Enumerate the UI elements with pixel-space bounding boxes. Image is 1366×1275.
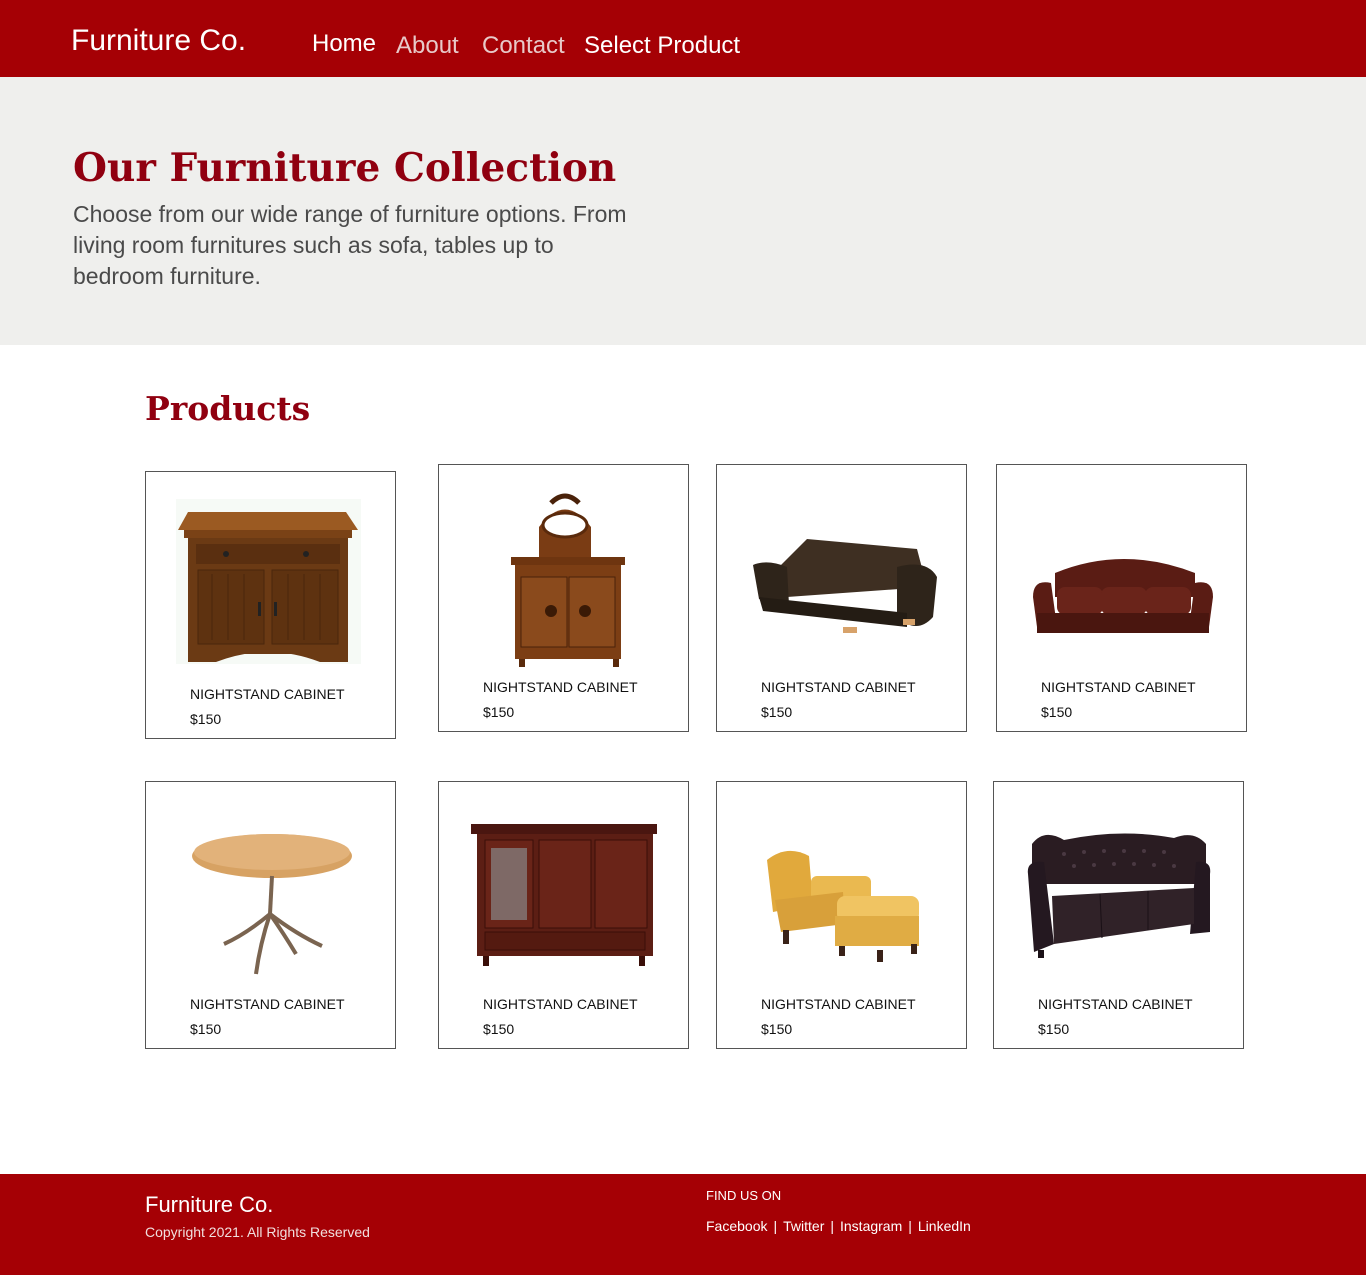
linkedin-link[interactable]: LinkedIn [918, 1218, 971, 1234]
product-name: NIGHTSTAND CABINET [190, 996, 345, 1012]
product-card[interactable]: NIGHTSTAND CABINET $150 [145, 471, 396, 739]
nav-home-link[interactable]: Home [312, 30, 376, 58]
dark-leather-sofa-image [753, 539, 937, 633]
instagram-link[interactable]: Instagram [840, 1218, 902, 1234]
red-leather-sofa-image [1033, 559, 1213, 633]
hero-banner: Our Furniture Collection Choose from our… [0, 77, 1366, 345]
footer-social-links: Facebook | Twitter | Instagram | LinkedIn [706, 1218, 971, 1234]
footer-brand: Furniture Co. [145, 1192, 274, 1217]
media-cabinet-image [471, 824, 657, 966]
product-name: NIGHTSTAND CABINET [1038, 996, 1193, 1012]
footer-copyright: Copyright 2021. All Rights Reserved [145, 1224, 370, 1240]
product-price: $150 [190, 711, 222, 727]
brand-logo[interactable]: Furniture Co. [71, 24, 246, 58]
product-name: NIGHTSTAND CABINET [761, 996, 916, 1012]
site-footer: Furniture Co. Copyright 2021. All Rights… [0, 1174, 1366, 1275]
product-price: $150 [1041, 704, 1073, 720]
product-price: $150 [483, 704, 515, 720]
tufted-leather-sofa-image [1027, 833, 1211, 958]
product-name: NIGHTSTAND CABINET [483, 679, 638, 695]
nav-select-product-link[interactable]: Select Product [584, 32, 740, 60]
products-heading: Products [145, 389, 311, 428]
product-price: $150 [761, 1021, 793, 1037]
product-card[interactable]: NIGHTSTAND CABINET $150 [438, 781, 689, 1049]
link-separator: | [773, 1218, 778, 1234]
footer-find-us-label: FIND US ON [706, 1188, 782, 1203]
hero-title: Our Furniture Collection [73, 145, 617, 191]
antique-sideboard-image [511, 493, 625, 667]
product-name: NIGHTSTAND CABINET [190, 686, 345, 702]
product-card[interactable]: NIGHTSTAND CABINET $150 [438, 464, 689, 732]
product-name: NIGHTSTAND CABINET [483, 996, 638, 1012]
nav-contact-link[interactable]: Contact [482, 32, 565, 60]
link-separator: | [908, 1218, 912, 1234]
nightstand-cabinet-image [176, 499, 361, 664]
product-price: $150 [1038, 1021, 1070, 1037]
product-card[interactable]: NIGHTSTAND CABINET $150 [716, 781, 967, 1049]
product-name: NIGHTSTAND CABINET [1041, 679, 1196, 695]
round-table-image [192, 834, 352, 975]
yellow-armchair-ottoman-image [767, 850, 919, 962]
product-card[interactable]: NIGHTSTAND CABINET $150 [996, 464, 1247, 732]
product-price: $150 [761, 704, 793, 720]
product-card[interactable]: NIGHTSTAND CABINET $150 [716, 464, 967, 732]
link-separator: | [830, 1218, 834, 1234]
top-navigation-bar: Furniture Co. Home About Contact Select … [0, 0, 1366, 77]
product-card[interactable]: NIGHTSTAND CABINET $150 [145, 781, 396, 1049]
nav-about-link[interactable]: About [396, 32, 459, 60]
product-price: $150 [483, 1021, 515, 1037]
product-card[interactable]: NIGHTSTAND CABINET $150 [993, 781, 1244, 1049]
product-price: $150 [190, 1021, 222, 1037]
hero-subtitle: Choose from our wide range of furniture … [73, 201, 627, 289]
facebook-link[interactable]: Facebook [706, 1218, 767, 1234]
twitter-link[interactable]: Twitter [783, 1218, 824, 1234]
product-name: NIGHTSTAND CABINET [761, 679, 916, 695]
